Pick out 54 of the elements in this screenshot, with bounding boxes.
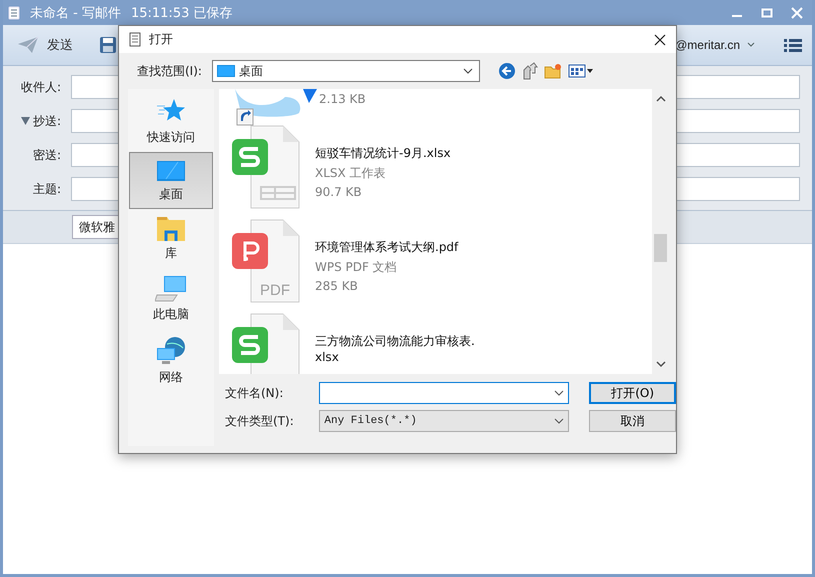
- maximize-icon[interactable]: [761, 6, 773, 18]
- desktop-icon: [216, 65, 235, 77]
- field-label: 收件人:: [20, 78, 61, 96]
- triangle-down-icon[interactable]: [20, 117, 30, 125]
- send-button[interactable]: 发送: [13, 32, 77, 58]
- file-detail: 90.7 KB: [315, 185, 363, 199]
- look-in-label: 查找范围(I):: [137, 62, 202, 80]
- place-item[interactable]: 库: [129, 209, 213, 268]
- file-name-label: 文件名(N):: [225, 384, 284, 402]
- open-button[interactable]: 打开(O): [589, 382, 676, 404]
- dialog-title: 打开: [149, 31, 173, 48]
- scrollbar-thumb[interactable]: [654, 234, 667, 262]
- scroll-up-icon[interactable]: [656, 95, 666, 103]
- file-type-label: 文件类型(T):: [225, 412, 295, 430]
- chevron-down-icon[interactable]: [554, 390, 564, 396]
- look-in-select[interactable]: 桌面: [212, 60, 480, 82]
- paper-plane-icon: [17, 36, 39, 54]
- field-label: 抄送:: [32, 112, 61, 130]
- place-item[interactable]: 桌面: [129, 152, 213, 209]
- chevron-down-icon[interactable]: [554, 418, 564, 424]
- file-name-field[interactable]: [319, 382, 570, 404]
- back-icon[interactable]: [498, 62, 516, 80]
- save-icon[interactable]: [99, 36, 117, 54]
- file-detail: XLSX 工作表: [315, 165, 387, 182]
- chevron-down-icon: [746, 41, 756, 49]
- close-icon[interactable]: [654, 34, 666, 46]
- cancel-button[interactable]: 取消: [589, 410, 676, 432]
- place-item[interactable]: 快速访问: [129, 89, 213, 152]
- file-detail: WPS PDF 文档: [315, 259, 398, 276]
- scroll-down-icon[interactable]: [656, 360, 666, 368]
- place-item[interactable]: 此电脑: [129, 268, 213, 329]
- desktop-icon: [156, 159, 186, 183]
- file-name[interactable]: 短驳车情况统计-9月.xlsx: [315, 145, 515, 162]
- new-folder-icon[interactable]: [544, 63, 562, 79]
- field-label: 密送:: [32, 146, 61, 164]
- saved-status: 15:11:53 已保存: [130, 4, 232, 22]
- network-icon: [155, 336, 187, 366]
- account-menu[interactable]: @meritar.cn: [675, 38, 740, 52]
- computer-icon: [155, 275, 187, 303]
- file-detail: 2.13 KB: [319, 92, 366, 106]
- menu-icon[interactable]: [784, 37, 802, 53]
- field-label: 主题:: [32, 180, 61, 198]
- file-name[interactable]: 环境管理体系考试大纲.pdf: [315, 239, 515, 256]
- view-menu-icon[interactable]: [568, 64, 594, 78]
- file-type-select[interactable]: Any Files(*.*): [319, 410, 570, 432]
- document-icon: [8, 6, 20, 20]
- up-folder-icon[interactable]: [522, 62, 538, 80]
- document-icon: [129, 32, 141, 47]
- file-detail: 285 KB: [315, 279, 359, 293]
- place-item[interactable]: 网络: [129, 329, 213, 392]
- window-title: 未命名 - 写邮件: [30, 4, 121, 22]
- file-name[interactable]: 三方物流公司物流能力审核表.xlsx: [315, 333, 477, 364]
- folder-icon: [156, 216, 186, 242]
- chevron-down-icon: [462, 68, 473, 74]
